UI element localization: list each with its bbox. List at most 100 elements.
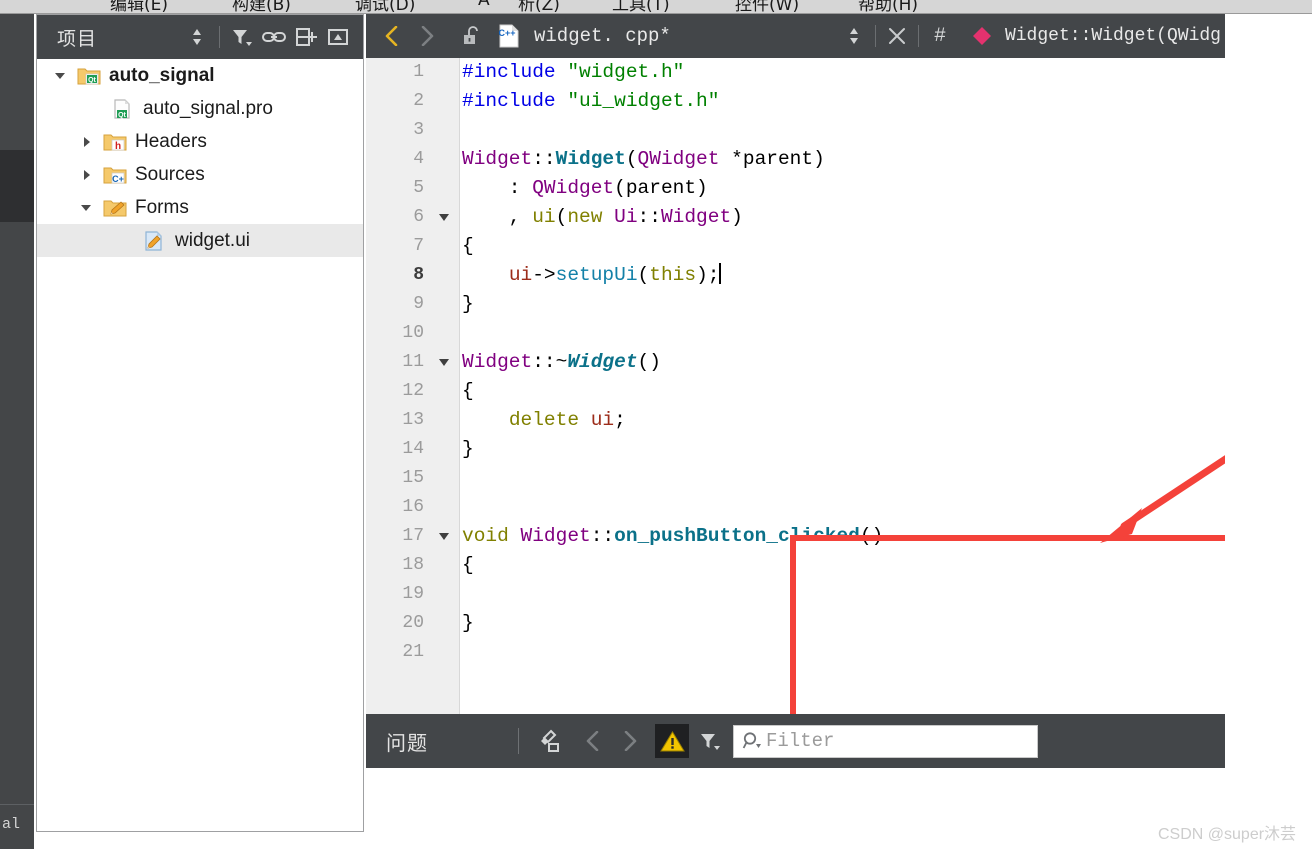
- line-number: 1: [413, 62, 424, 82]
- hash-line-icon[interactable]: #: [925, 20, 955, 52]
- tree-item-auto-signal[interactable]: Qt auto_signal: [37, 59, 363, 92]
- tree-item-label: auto_signal.pro: [143, 98, 273, 119]
- line-number: 3: [413, 120, 424, 140]
- cpp-file-icon: C++: [496, 20, 522, 52]
- code-text: }: [462, 293, 474, 315]
- link-icon[interactable]: [259, 22, 289, 52]
- code-text: {: [462, 235, 474, 257]
- code-lines-container[interactable]: 1 #include "widget.h" 2 #include "ui_widget…: [366, 58, 1225, 667]
- sync-with-editor-icon[interactable]: [182, 22, 212, 52]
- filter-input[interactable]: Filter: [733, 724, 1038, 758]
- code-line[interactable]: 1 #include "widget.h": [366, 58, 1225, 87]
- project-panel-title: 项目: [57, 27, 98, 50]
- menu-bar[interactable]: 编辑(E) 构建(B) 调试(D) A 析(Z) 工具(T) 控件(W) 帮助(…: [0, 0, 1312, 14]
- issues-next-button[interactable]: [613, 724, 647, 758]
- close-icon[interactable]: [882, 20, 912, 52]
- mode-strip-divider: [0, 804, 34, 805]
- code-line[interactable]: 17 void Widget::on_pushButton_clicked(): [366, 522, 1225, 551]
- code-line[interactable]: 15: [366, 464, 1225, 493]
- unlocked-padlock-icon[interactable]: [456, 20, 486, 52]
- line-number: 20: [402, 613, 424, 633]
- code-line[interactable]: 21: [366, 638, 1225, 667]
- tree-item-sources[interactable]: C+ Sources: [37, 158, 363, 191]
- issues-prev-button[interactable]: [575, 724, 609, 758]
- menu-item-tools[interactable]: 工具(T): [612, 0, 670, 14]
- menu-item-debug[interactable]: 调试(D): [355, 0, 415, 14]
- code-line[interactable]: 6 , ui(new Ui::Widget): [366, 203, 1225, 232]
- line-number: 15: [402, 468, 424, 488]
- menu-item-edit[interactable]: 编辑(E): [110, 0, 168, 14]
- chevron-down-icon[interactable]: [51, 67, 69, 85]
- code-line[interactable]: 10: [366, 319, 1225, 348]
- svg-text:Qt: Qt: [118, 112, 126, 119]
- toolbar-divider-1: [219, 26, 220, 48]
- menu-item-build[interactable]: 构建(B): [232, 0, 291, 14]
- code-line[interactable]: 13 delete ui;: [366, 406, 1225, 435]
- split-add-icon[interactable]: [291, 22, 321, 52]
- project-tree[interactable]: Qt auto_signal Qt auto_signal.pro h Head…: [37, 59, 363, 831]
- symbol-selector-label[interactable]: Widget::Widget(QWidg: [1005, 26, 1221, 46]
- warning-triangle-icon[interactable]: [655, 724, 689, 758]
- nav-back-button[interactable]: [376, 20, 406, 52]
- code-line[interactable]: 4 Widget::Widget(QWidget *parent): [366, 145, 1225, 174]
- watermark: CSDN @super沐芸: [1158, 826, 1297, 843]
- fold-chevron-down-icon[interactable]: [436, 348, 452, 377]
- qt-pro-file-icon: Qt: [111, 98, 135, 120]
- code-line[interactable]: 16: [366, 493, 1225, 522]
- filter-input-placeholder: Filter: [766, 730, 835, 752]
- code-text: #include "ui_widget.h": [462, 90, 720, 112]
- code-line[interactable]: 9}: [366, 290, 1225, 319]
- clear-icon[interactable]: [533, 724, 567, 758]
- mode-selector-strip[interactable]: al: [0, 14, 34, 849]
- line-number: 14: [402, 439, 424, 459]
- tree-item-label: Sources: [135, 164, 205, 185]
- editor-body[interactable]: 1 #include "widget.h" 2 #include "ui_widget…: [366, 58, 1225, 714]
- menu-item-help[interactable]: 帮助(H): [858, 0, 918, 14]
- line-number: 8: [413, 265, 424, 285]
- line-number: 2: [413, 91, 424, 111]
- nav-forward-button[interactable]: [412, 20, 442, 52]
- mode-selector-active-item[interactable]: [0, 150, 34, 222]
- code-line[interactable]: 11 Widget::~Widget(): [366, 348, 1225, 377]
- menu-item-analyze[interactable]: 析(Z): [518, 0, 560, 14]
- code-line[interactable]: 8 ui->setupUi(this);: [366, 261, 1225, 290]
- code-line[interactable]: 18 {: [366, 551, 1225, 580]
- code-line[interactable]: 2 #include "ui_widget.h": [366, 87, 1225, 116]
- code-line[interactable]: 5 : QWidget(parent): [366, 174, 1225, 203]
- line-number: 18: [402, 555, 424, 575]
- search-icon[interactable]: [742, 731, 762, 751]
- menu-item-a[interactable]: A: [478, 0, 490, 10]
- code-line[interactable]: 20}: [366, 609, 1225, 638]
- code-line[interactable]: 12 {: [366, 377, 1225, 406]
- chevron-right-icon[interactable]: [77, 133, 95, 151]
- line-number: 5: [413, 178, 424, 198]
- code-line[interactable]: 19: [366, 580, 1225, 609]
- tree-item-headers[interactable]: h Headers: [37, 125, 363, 158]
- svg-text:C++: C++: [498, 28, 515, 38]
- tree-item-forms[interactable]: Forms: [37, 191, 363, 224]
- line-number: 7: [413, 236, 424, 256]
- chevron-down-icon[interactable]: [77, 199, 95, 217]
- line-number: 11: [402, 352, 424, 372]
- chevron-right-icon[interactable]: [77, 166, 95, 184]
- code-text: {: [462, 380, 474, 402]
- tree-item-label: widget.ui: [175, 230, 250, 251]
- tree-item-widget-ui[interactable]: widget.ui: [37, 224, 363, 257]
- editor-tab-bar: C++ widget. cpp* # Widget::Widget(QWidg: [366, 14, 1225, 58]
- line-number: 21: [402, 642, 424, 662]
- code-line[interactable]: 7{: [366, 232, 1225, 261]
- tab-dropdown-icon[interactable]: [839, 20, 869, 52]
- code-line[interactable]: 3: [366, 116, 1225, 145]
- filter-icon[interactable]: [227, 22, 257, 52]
- fold-chevron-down-icon[interactable]: [436, 522, 452, 551]
- code-text: Widget::Widget(QWidget *parent): [462, 148, 825, 170]
- tab-filename-label[interactable]: widget. cpp*: [534, 25, 671, 47]
- code-text: ui->setupUi(this);: [508, 263, 722, 286]
- tree-item-label: Headers: [135, 131, 207, 152]
- fold-chevron-down-icon[interactable]: [436, 203, 452, 232]
- menu-item-window[interactable]: 控件(W): [735, 0, 799, 14]
- collapse-icon[interactable]: [323, 22, 353, 52]
- filter-icon[interactable]: [693, 724, 727, 758]
- tree-item-auto-signal-pro[interactable]: Qt auto_signal.pro: [37, 92, 363, 125]
- code-line[interactable]: 14}: [366, 435, 1225, 464]
